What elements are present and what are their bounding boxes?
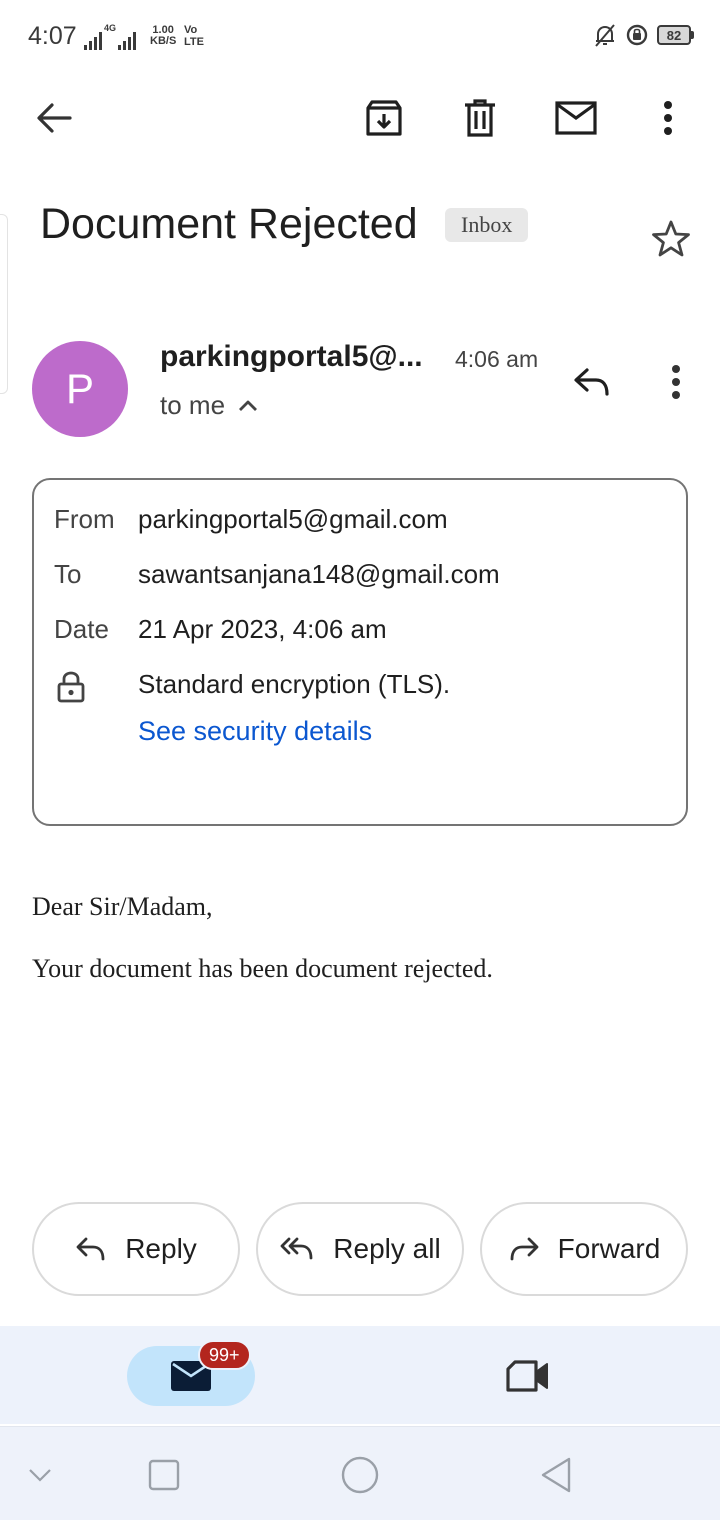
signal-strength-icon xyxy=(84,30,102,50)
square-icon xyxy=(148,1459,180,1491)
security-details-link[interactable]: See security details xyxy=(138,716,372,747)
recipient-toggle[interactable]: to me xyxy=(160,390,259,421)
date-label: Date xyxy=(54,614,109,644)
inbox-label-badge[interactable]: Inbox xyxy=(445,208,529,242)
bottom-navigation: 99+ xyxy=(0,1326,720,1424)
from-label: From xyxy=(54,504,115,534)
chevron-up-icon xyxy=(239,400,258,411)
volte-indicator: Vo LTE xyxy=(184,24,204,48)
home-button[interactable] xyxy=(336,1451,384,1499)
more-vertical-icon xyxy=(672,365,680,399)
data-saver-icon xyxy=(626,24,648,46)
sent-time: 4:06 am xyxy=(455,346,539,372)
speed-unit: KB/S xyxy=(150,35,177,47)
arrow-left-icon xyxy=(37,103,72,133)
unread-count-badge: 99+ xyxy=(198,1340,251,1370)
chevron-down-icon xyxy=(29,1469,51,1482)
more-vertical-icon xyxy=(664,101,672,135)
network-speed: 1.00 KB/S xyxy=(150,25,176,47)
battery-level: 82 xyxy=(657,25,691,45)
encryption-text: Standard encryption (TLS). xyxy=(138,669,451,699)
email-message: Your document has been document rejected… xyxy=(32,954,493,983)
hide-nav-button[interactable] xyxy=(16,1451,64,1499)
recipient-summary: to me xyxy=(160,390,226,420)
reply-all-button[interactable]: Reply all xyxy=(256,1202,464,1296)
envelope-icon xyxy=(555,101,597,135)
mark-unread-button[interactable] xyxy=(550,92,602,144)
subject-row: Document Rejected Inbox xyxy=(40,196,700,266)
battery-icon: 82 xyxy=(657,25,694,45)
circle-icon xyxy=(341,1456,379,1494)
reply-label: Reply xyxy=(125,1233,197,1264)
video-camera-icon xyxy=(506,1360,548,1392)
side-edge-handle xyxy=(0,214,8,394)
to-value: sawantsanjana148@gmail.com xyxy=(138,559,500,589)
forward-button[interactable]: Forward xyxy=(480,1202,688,1296)
from-value: parkingportal5@gmail.com xyxy=(138,504,448,534)
forward-label: Forward xyxy=(557,1233,661,1264)
reply-quick-button[interactable] xyxy=(566,360,618,404)
star-button[interactable] xyxy=(650,218,694,262)
network-type-label: 4G xyxy=(104,23,117,33)
reply-icon xyxy=(76,1237,105,1261)
reply-icon xyxy=(574,368,609,396)
top-toolbar xyxy=(0,80,720,156)
sender-name: parkingportal5@... xyxy=(160,340,423,373)
reply-all-icon xyxy=(280,1237,313,1260)
triangle-back-icon xyxy=(541,1457,571,1493)
email-greeting: Dear Sir/Madam, xyxy=(32,892,213,921)
to-label: To xyxy=(54,559,82,589)
signal-strength-2-icon xyxy=(118,30,137,50)
star-icon xyxy=(652,220,690,257)
reply-all-label: Reply all xyxy=(333,1233,441,1264)
reply-button[interactable]: Reply xyxy=(32,1202,240,1296)
status-bar: 4:07 4G 1.00 KB/S Vo LTE 82 xyxy=(0,0,720,72)
back-button[interactable] xyxy=(28,92,80,144)
recents-button[interactable] xyxy=(140,1451,188,1499)
volte-top: Vo xyxy=(184,24,198,36)
more-options-button[interactable] xyxy=(642,92,694,144)
message-details-card: From parkingportal5@gmail.com To sawants… xyxy=(32,478,688,826)
email-subject: Document Rejected xyxy=(40,200,418,248)
back-nav-button[interactable] xyxy=(532,1451,580,1499)
volte-bottom: LTE xyxy=(184,36,204,48)
message-more-button[interactable] xyxy=(654,360,698,404)
date-value: 21 Apr 2023, 4:06 am xyxy=(138,614,387,644)
trash-icon xyxy=(465,99,495,137)
nav-meet-tab[interactable] xyxy=(500,1354,556,1398)
forward-icon xyxy=(510,1237,539,1261)
archive-button[interactable] xyxy=(358,92,410,144)
sender-avatar[interactable]: P xyxy=(32,341,128,437)
archive-icon xyxy=(366,100,402,136)
system-navigation-bar xyxy=(0,1426,720,1520)
status-right: 82 xyxy=(593,22,694,48)
lock-icon xyxy=(56,670,86,704)
delete-button[interactable] xyxy=(454,92,506,144)
bell-off-icon xyxy=(595,24,615,47)
signal-icons: 4G xyxy=(84,23,137,50)
status-time: 4:07 xyxy=(28,22,77,50)
